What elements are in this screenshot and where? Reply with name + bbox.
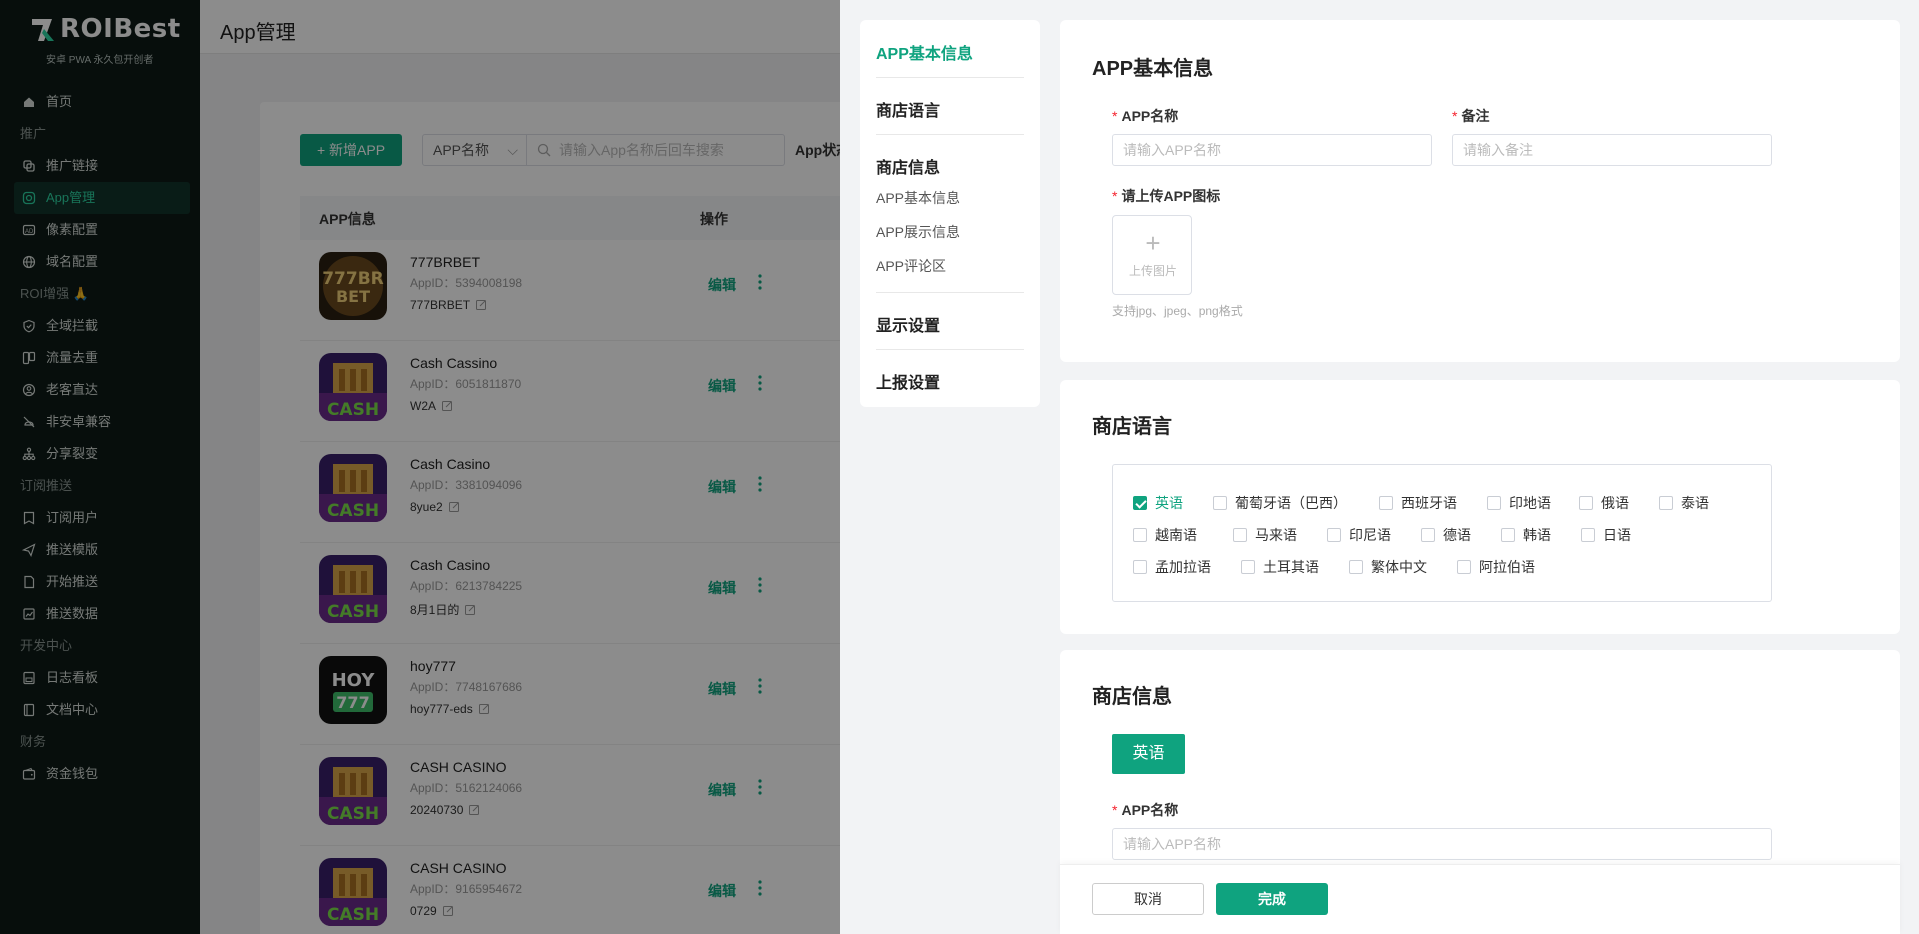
anchor-basic-info[interactable]: APP基本信息	[876, 40, 973, 64]
divider	[876, 349, 1024, 350]
checkbox-box[interactable]	[1213, 496, 1227, 510]
note-input[interactable]: 请输入备注	[1452, 134, 1772, 166]
checkbox-box[interactable]	[1421, 528, 1435, 542]
language-label: 德语	[1443, 527, 1471, 543]
language-checkbox[interactable]: 马来语	[1233, 525, 1297, 545]
checkbox-box[interactable]	[1327, 528, 1341, 542]
language-checkbox[interactable]: 西班牙语	[1379, 493, 1457, 513]
store-app-name-input[interactable]: 请输入APP名称	[1112, 828, 1772, 860]
language-label: 阿拉伯语	[1479, 559, 1535, 575]
language-checkbox[interactable]: 俄语	[1579, 493, 1629, 513]
divider	[876, 134, 1024, 135]
checkbox-box[interactable]	[1133, 528, 1147, 542]
language-checkbox[interactable]: 繁体中文	[1349, 557, 1427, 577]
store-language-panel: 商店语言 英语 葡萄牙语（巴西） 西班牙语 印地语 俄语 泰语越南语 马来语 印尼语 德语 韩语 日…	[1060, 380, 1900, 634]
checkbox-box[interactable]	[1581, 528, 1595, 542]
checkbox-box[interactable]	[1501, 528, 1515, 542]
cancel-button[interactable]: 取消	[1092, 883, 1204, 915]
checkbox-box[interactable]	[1133, 560, 1147, 574]
language-label: 日语	[1603, 527, 1631, 543]
plus-icon: +	[1145, 228, 1161, 258]
anchor-sub-basic[interactable]: APP基本信息	[876, 188, 960, 208]
checkbox-box[interactable]	[1659, 496, 1673, 510]
app-name-input[interactable]: 请输入APP名称	[1112, 134, 1432, 166]
anchor-report-settings[interactable]: 上报设置	[876, 369, 940, 393]
store-app-name-label: * APP名称	[1112, 802, 1179, 818]
language-checkbox[interactable]: 葡萄牙语（巴西）	[1213, 493, 1347, 513]
note-label: * 备注	[1452, 108, 1490, 124]
language-label: 越南语	[1155, 527, 1197, 543]
upload-hint: 支持jpg、jpeg、png格式	[1112, 304, 1243, 318]
anchor-store-info[interactable]: 商店信息	[876, 154, 940, 178]
anchor-display-settings[interactable]: 显示设置	[876, 312, 940, 336]
language-checkbox[interactable]: 德语	[1421, 525, 1471, 545]
language-label: 马来语	[1255, 527, 1297, 543]
language-checkbox[interactable]: 日语	[1581, 525, 1631, 545]
anchor-sub-display[interactable]: APP展示信息	[876, 222, 960, 242]
anchor-nav: APP基本信息 商店语言 商店信息 APP基本信息 APP展示信息 APP评论区…	[860, 20, 1040, 407]
language-checkbox[interactable]: 印地语	[1487, 493, 1551, 513]
upload-text: 上传图片	[1128, 264, 1177, 278]
basic-info-panel: APP基本信息 * APP名称 请输入APP名称 * 备注 请输入备注 * 请上传AP…	[1060, 20, 1900, 362]
divider	[876, 77, 1024, 78]
language-checkbox[interactable]: 泰语	[1659, 493, 1709, 513]
language-checkbox[interactable]: 韩语	[1501, 525, 1551, 545]
language-label: 葡萄牙语（巴西）	[1235, 495, 1347, 511]
checkbox-box[interactable]	[1233, 528, 1247, 542]
language-label: 土耳其语	[1263, 559, 1319, 575]
checkbox-box[interactable]	[1487, 496, 1501, 510]
language-label: 泰语	[1681, 495, 1709, 511]
language-label: 印尼语	[1349, 527, 1391, 543]
basic-info-title: APP基本信息	[1092, 58, 1214, 80]
app-name-label: * APP名称	[1112, 108, 1179, 124]
language-checkbox[interactable]: 土耳其语	[1241, 557, 1319, 577]
language-label: 韩语	[1523, 527, 1551, 543]
language-label: 英语	[1155, 495, 1183, 511]
edit-app-drawer: APP基本信息 商店语言 商店信息 APP基本信息 APP展示信息 APP评论区…	[840, 0, 1919, 934]
language-label: 俄语	[1601, 495, 1629, 511]
checkbox-box[interactable]	[1133, 496, 1147, 510]
anchor-sub-review[interactable]: APP评论区	[876, 256, 946, 276]
done-button[interactable]: 完成	[1216, 883, 1328, 915]
language-checkbox[interactable]: 孟加拉语	[1133, 557, 1211, 577]
upload-icon-button[interactable]: + 上传图片	[1112, 215, 1192, 295]
language-checkbox[interactable]: 阿拉伯语	[1457, 557, 1535, 577]
store-info-title: 商店信息	[1092, 686, 1172, 708]
checkbox-box[interactable]	[1349, 560, 1363, 574]
checkbox-box[interactable]	[1457, 560, 1471, 574]
language-label: 西班牙语	[1401, 495, 1457, 511]
language-checkbox[interactable]: 英语	[1133, 493, 1183, 513]
language-checkbox-group: 英语 葡萄牙语（巴西） 西班牙语 印地语 俄语 泰语越南语 马来语 印尼语 德语 韩语 日语孟加拉语…	[1112, 464, 1772, 602]
language-checkbox[interactable]: 越南语	[1133, 525, 1197, 545]
store-language-title: 商店语言	[1092, 416, 1172, 438]
checkbox-box[interactable]	[1241, 560, 1255, 574]
tab-english[interactable]: 英语	[1112, 734, 1185, 774]
language-checkbox[interactable]: 印尼语	[1327, 525, 1391, 545]
checkbox-box[interactable]	[1379, 496, 1393, 510]
anchor-store-language[interactable]: 商店语言	[876, 97, 940, 121]
app-icon-label: * 请上传APP图标	[1112, 188, 1221, 204]
checkbox-box[interactable]	[1579, 496, 1593, 510]
drawer-footer: 取消 完成	[1060, 864, 1900, 934]
language-label: 印地语	[1509, 495, 1551, 511]
divider	[876, 292, 1024, 293]
language-label: 孟加拉语	[1155, 559, 1211, 575]
language-label: 繁体中文	[1371, 559, 1427, 575]
